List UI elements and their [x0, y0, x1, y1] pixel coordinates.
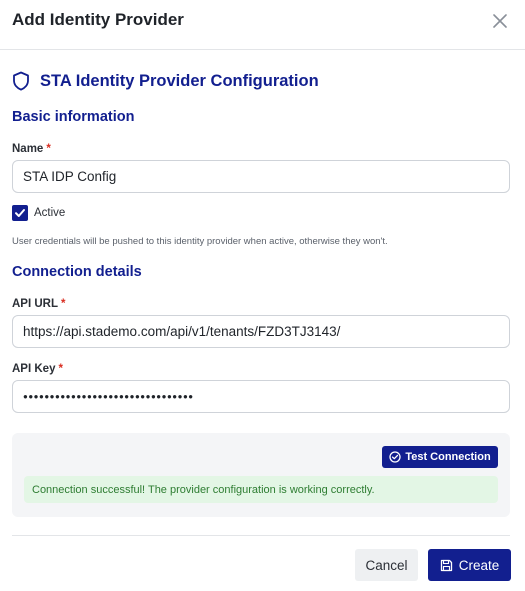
- section-title: STA Identity Provider Configuration: [40, 72, 319, 90]
- test-connection-label: Test Connection: [405, 451, 491, 463]
- required-marker: *: [46, 143, 51, 155]
- shield-icon: [13, 71, 29, 91]
- connection-details-heading: Connection details: [12, 264, 142, 280]
- success-message: Connection successful! The provider conf…: [24, 476, 498, 503]
- active-helper-text: User credentials will be pushed to this …: [12, 236, 388, 247]
- cancel-button[interactable]: Cancel: [355, 549, 418, 581]
- check-circle-icon: [389, 451, 401, 463]
- active-checkbox[interactable]: [12, 205, 28, 221]
- name-label: Name *: [12, 143, 51, 155]
- active-label: Active: [34, 207, 66, 219]
- name-field[interactable]: [12, 160, 510, 193]
- api-url-label: API URL *: [12, 298, 66, 310]
- required-marker: *: [61, 298, 66, 310]
- test-connection-button[interactable]: Test Connection: [382, 446, 498, 468]
- create-button[interactable]: Create: [428, 549, 511, 581]
- dialog-header: Add Identity Provider: [0, 0, 525, 50]
- checkmark-icon: [15, 209, 25, 217]
- create-label: Create: [458, 557, 500, 573]
- footer-divider: [12, 535, 510, 536]
- save-icon: [440, 559, 452, 571]
- test-connection-panel: Test Connection Connection successful! T…: [12, 433, 510, 517]
- active-checkbox-row[interactable]: Active: [12, 205, 65, 221]
- dialog-title: Add Identity Provider: [12, 10, 184, 29]
- close-icon: [493, 14, 507, 28]
- api-key-label: API Key *: [12, 363, 63, 375]
- required-marker: *: [58, 363, 63, 375]
- section-header: STA Identity Provider Configuration: [12, 70, 319, 92]
- api-url-field[interactable]: [12, 315, 510, 348]
- api-key-field[interactable]: [12, 380, 510, 413]
- basic-info-heading: Basic information: [12, 109, 135, 125]
- close-button[interactable]: [489, 10, 511, 32]
